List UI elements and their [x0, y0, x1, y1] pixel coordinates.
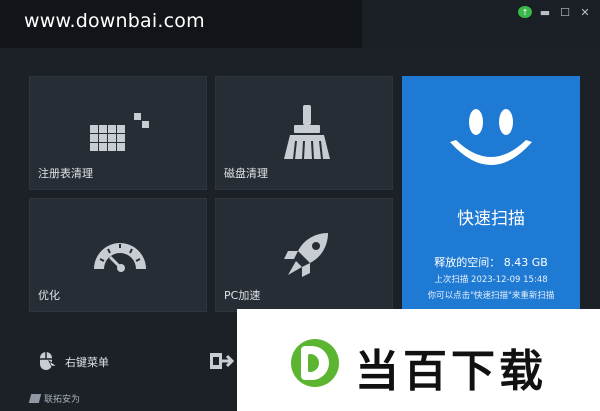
registry-clean-tile[interactable]: 注册表清理 [29, 76, 207, 190]
watermark-ad-overlay: 当百下载 [237, 309, 600, 411]
registry-blocks-icon [90, 113, 149, 151]
window-controls: ↑ ▬ ☐ ✕ [518, 6, 592, 19]
minimize-icon[interactable]: ▬ [538, 6, 552, 19]
footer-brand: 联拓安为 [28, 392, 81, 405]
brand-logo-icon [28, 394, 42, 403]
freed-space-text: 释放的空间： 8.43 GB [434, 256, 548, 269]
optimize-label: 优化 [38, 289, 60, 302]
pc-boost-label: PC加速 [224, 289, 261, 302]
quick-scan-title[interactable]: 快速扫描 [402, 204, 580, 229]
watermark-banner: www.downbai.com [0, 0, 362, 48]
rescan-hint: 你可以点击"快速扫描"来重新扫描 [427, 291, 555, 301]
optimize-tile[interactable]: 优化 [29, 198, 207, 312]
disk-clean-tile[interactable]: 磁盘清理 [215, 76, 393, 190]
export-icon[interactable] [209, 349, 235, 373]
maximize-icon[interactable]: ☐ [558, 6, 572, 19]
brand-name: 联拓安为 [44, 395, 81, 405]
smiley-icon [450, 109, 532, 165]
ad-brand-text: 当百下载 [355, 346, 547, 397]
speedometer-icon [94, 243, 146, 272]
update-icon[interactable]: ↑ [518, 6, 532, 18]
rocket-icon [284, 233, 328, 277]
broom-icon [284, 105, 330, 160]
last-scan-text: 上次扫描 2023-12-09 15:48 [434, 275, 548, 285]
disk-clean-label: 磁盘清理 [224, 167, 268, 180]
d-logo-icon [291, 339, 339, 387]
context-menu-label: 右键菜单 [65, 356, 109, 369]
context-menu-button[interactable]: 右键菜单 [29, 342, 237, 380]
close-icon[interactable]: ✕ [578, 6, 592, 19]
watermark-text: www.downbai.com [24, 10, 205, 32]
pc-boost-tile[interactable]: PC加速 [215, 198, 393, 312]
mouse-icon [40, 352, 59, 372]
registry-clean-label: 注册表清理 [38, 167, 93, 180]
quick-scan-panel[interactable]: 快速扫描 释放的空间： 8.43 GB 上次扫描 2023-12-09 15:4… [402, 76, 580, 316]
